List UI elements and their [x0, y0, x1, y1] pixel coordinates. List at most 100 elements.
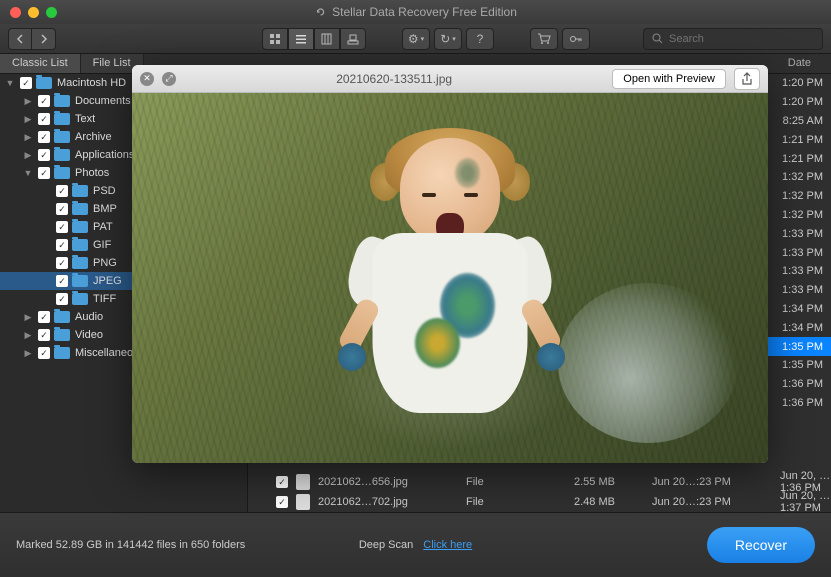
- checkbox[interactable]: ✓: [20, 77, 32, 89]
- checkbox[interactable]: ✓: [38, 167, 50, 179]
- checkbox[interactable]: ✓: [56, 293, 68, 305]
- checkbox[interactable]: ✓: [56, 203, 68, 215]
- disclosure-triangle[interactable]: ▶: [22, 312, 34, 323]
- expand-icon: ⤢: [165, 73, 172, 84]
- modification-date: 1:32 PM: [765, 209, 831, 221]
- close-window-button[interactable]: [10, 7, 21, 18]
- columns-icon: [321, 33, 333, 45]
- modification-date: 1:35 PM: [765, 341, 831, 353]
- checkbox[interactable]: ✓: [38, 131, 50, 143]
- forward-button[interactable]: [32, 28, 56, 50]
- grid-icon: [269, 33, 281, 45]
- preview-expand-button[interactable]: ⤢: [162, 72, 176, 86]
- maximize-window-button[interactable]: [46, 7, 57, 18]
- tree-label: Documents: [75, 95, 131, 107]
- file-size: 2.48 MB: [574, 496, 644, 508]
- folder-icon: [72, 221, 88, 233]
- image-dust: [558, 283, 738, 443]
- checkbox[interactable]: ✓: [56, 275, 68, 287]
- recover-button[interactable]: Recover: [707, 527, 815, 563]
- tree-label: PSD: [93, 185, 116, 197]
- file-table-row[interactable]: ✓2021062…656.jpgFile2.55 MBJun 20…:23 PM…: [248, 472, 831, 492]
- preview-image: [132, 93, 768, 463]
- folder-icon: [72, 293, 88, 305]
- disclosure-triangle[interactable]: ▶: [22, 150, 34, 161]
- modification-date: 1:20 PM: [765, 96, 831, 108]
- deep-scan-link[interactable]: Click here: [423, 539, 472, 551]
- coverflow-view-button[interactable]: [340, 28, 366, 50]
- window-controls: [10, 7, 57, 18]
- list-view-button[interactable]: [288, 28, 314, 50]
- share-button[interactable]: [734, 68, 760, 90]
- folder-icon: [54, 131, 70, 143]
- tree-label: Photos: [75, 167, 109, 179]
- settings-button[interactable]: ⚙▾: [402, 28, 430, 50]
- search-field[interactable]: [643, 28, 823, 50]
- folder-icon: [54, 167, 70, 179]
- checkbox[interactable]: ✓: [276, 496, 288, 508]
- column-view-button[interactable]: [314, 28, 340, 50]
- history-button[interactable]: ↻▾: [434, 28, 462, 50]
- app-title: Stellar Data Recovery Free Edition: [314, 5, 517, 19]
- open-with-preview-button[interactable]: Open with Preview: [612, 69, 726, 89]
- tree-label: Archive: [75, 131, 112, 143]
- checkbox[interactable]: ✓: [56, 185, 68, 197]
- tree-label: Macintosh HD: [57, 77, 126, 89]
- file-table-row[interactable]: ✓2021062…702.jpgFile2.48 MBJun 20…:23 PM…: [248, 492, 831, 512]
- tree-label: TIFF: [93, 293, 116, 305]
- disclosure-triangle[interactable]: ▼: [4, 78, 16, 88]
- checkbox[interactable]: ✓: [38, 329, 50, 341]
- help-button[interactable]: ?: [466, 28, 494, 50]
- modification-date: 1:34 PM: [765, 322, 831, 334]
- file-date-1: Jun 20…:23 PM: [652, 496, 772, 508]
- list-icon: [295, 33, 307, 45]
- modification-date: 1:35 PM: [765, 359, 831, 371]
- disclosure-triangle[interactable]: ▼: [22, 168, 34, 178]
- file-date-2: Jun 20, …1:37 PM: [780, 490, 831, 514]
- back-button[interactable]: [8, 28, 32, 50]
- checkbox[interactable]: ✓: [56, 221, 68, 233]
- search-input[interactable]: [669, 33, 814, 45]
- disclosure-triangle[interactable]: ▶: [22, 132, 34, 143]
- checkbox[interactable]: ✓: [56, 257, 68, 269]
- tree-label: BMP: [93, 203, 117, 215]
- cart-button[interactable]: [530, 28, 558, 50]
- checkbox[interactable]: ✓: [56, 239, 68, 251]
- file-name: 2021062…702.jpg: [318, 496, 458, 508]
- disclosure-triangle[interactable]: ▶: [22, 114, 34, 125]
- icon-view-button[interactable]: [262, 28, 288, 50]
- column-header-date[interactable]: Date: [788, 57, 811, 69]
- tab-classic-list[interactable]: Classic List: [0, 54, 81, 73]
- disclosure-triangle[interactable]: ▶: [22, 348, 34, 359]
- view-mode-group: [262, 28, 366, 50]
- folder-icon: [54, 113, 70, 125]
- disclosure-triangle[interactable]: ▶: [22, 330, 34, 341]
- folder-icon: [72, 203, 88, 215]
- modification-date: 1:21 PM: [765, 134, 831, 146]
- checkbox[interactable]: ✓: [276, 476, 288, 488]
- file-name: 2021062…656.jpg: [318, 476, 458, 488]
- status-text: Marked 52.89 GB in 141442 files in 650 f…: [16, 539, 245, 551]
- file-table: ✓2021062…656.jpgFile2.55 MBJun 20…:23 PM…: [248, 472, 831, 512]
- checkbox[interactable]: ✓: [38, 311, 50, 323]
- history-icon: ↻: [440, 32, 450, 46]
- file-icon: [296, 474, 310, 490]
- modification-date: 1:32 PM: [765, 171, 831, 183]
- cart-icon: [537, 33, 551, 45]
- modification-date: 1:32 PM: [765, 190, 831, 202]
- preview-panel: ✕ ⤢ 20210620-133511.jpg Open with Previe…: [132, 65, 768, 463]
- nav-group: [8, 28, 56, 50]
- key-button[interactable]: [562, 28, 590, 50]
- checkbox[interactable]: ✓: [38, 95, 50, 107]
- disclosure-triangle[interactable]: ▶: [22, 96, 34, 107]
- modification-date: 1:33 PM: [765, 284, 831, 296]
- checkbox[interactable]: ✓: [38, 347, 50, 359]
- file-icon: [296, 494, 310, 510]
- checkbox[interactable]: ✓: [38, 113, 50, 125]
- undo-icon: [314, 6, 326, 18]
- preview-close-button[interactable]: ✕: [140, 72, 154, 86]
- checkbox[interactable]: ✓: [38, 149, 50, 161]
- file-date-1: Jun 20…:23 PM: [652, 476, 772, 488]
- minimize-window-button[interactable]: [28, 7, 39, 18]
- folder-icon: [72, 239, 88, 251]
